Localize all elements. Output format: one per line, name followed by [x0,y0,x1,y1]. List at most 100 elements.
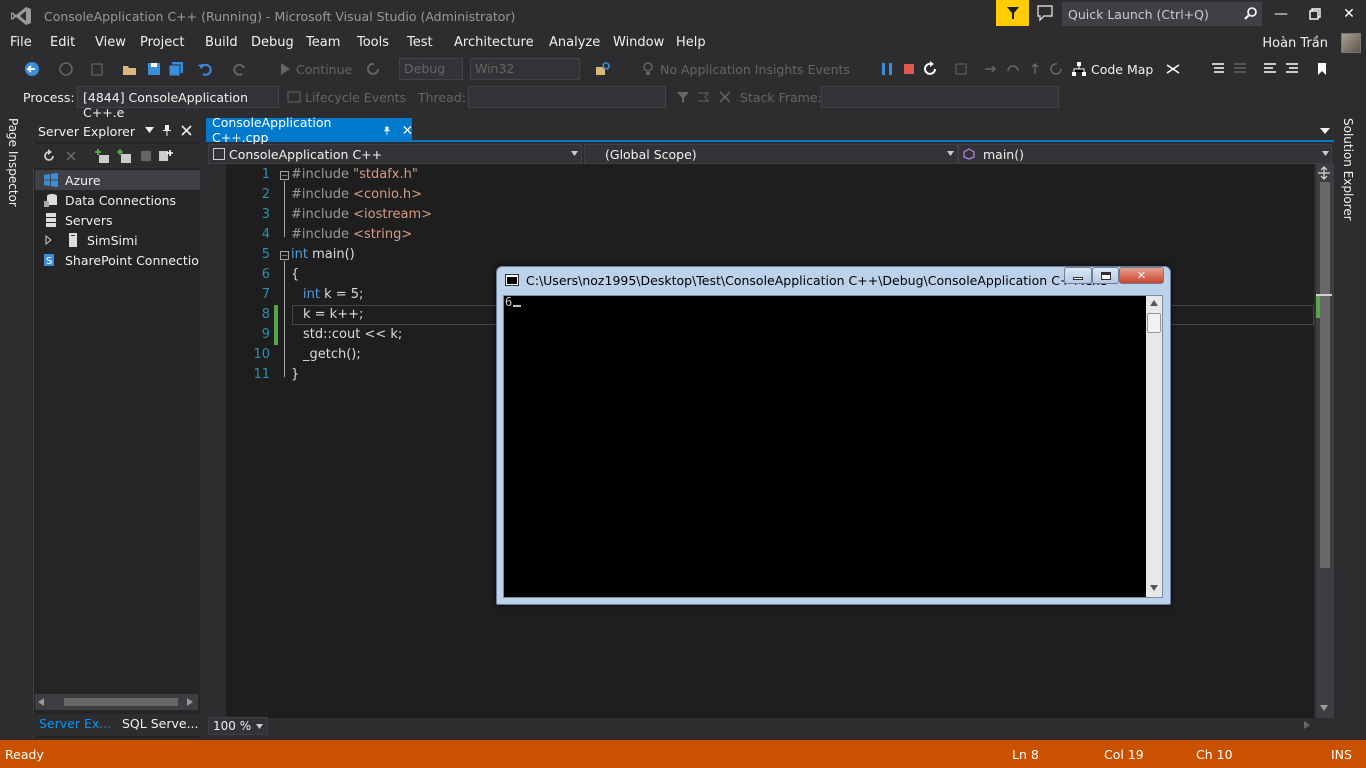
platform-select[interactable]: Win32 [470,58,580,80]
scroll-left-icon[interactable] [38,698,44,706]
code-map-icon[interactable] [1071,61,1087,77]
scroll-up-icon[interactable] [1150,300,1158,306]
navigate-back-icon[interactable] [24,61,40,77]
expand-arrow-icon[interactable] [45,235,53,245]
refresh-icon[interactable] [42,149,56,163]
flag-thread-icon[interactable] [696,90,710,104]
code-map-button[interactable]: Code Map [1091,62,1153,77]
avatar[interactable] [1341,33,1361,53]
editor-tab[interactable]: ConsoleApplication C++.cpp [206,115,412,145]
menu-team[interactable]: Team [306,35,340,50]
tree-item-data-connections[interactable]: Data Connections [35,190,200,210]
minimize-button[interactable]: — [1266,2,1296,26]
connect-to-database-icon[interactable] [94,148,110,164]
stack-icon[interactable] [1232,61,1248,77]
undo-icon[interactable] [197,61,213,77]
console-close-button[interactable]: ✕ [1119,267,1164,284]
scroll-down-icon[interactable] [1320,705,1328,711]
find-in-files-icon[interactable] [595,61,611,77]
scope-select[interactable]: (Global Scope) [584,144,958,164]
stack-frame-select[interactable] [821,86,1059,108]
menu-file[interactable]: File [10,35,32,50]
search-icon[interactable] [1244,6,1258,20]
threads-icon[interactable] [1210,61,1226,77]
menu-view[interactable]: View [95,35,126,50]
bookmark-icon[interactable] [1314,61,1330,77]
quick-launch-input[interactable] [1063,3,1261,25]
scrollbar-thumb[interactable] [1147,313,1161,333]
continue-button[interactable]: Continue [296,62,352,77]
break-all-icon[interactable] [879,61,895,77]
application-insights-icon[interactable] [640,61,656,77]
menu-debug[interactable]: Debug [251,35,294,50]
show-next-statement-icon[interactable] [953,61,969,77]
step-into-icon[interactable] [983,61,999,77]
redo-icon[interactable] [232,61,248,77]
console-output-area[interactable] [503,295,1163,598]
tree-item-sharepoint-connections[interactable]: S SharePoint Connections [35,250,200,270]
collapse-icon[interactable]: − [280,171,289,180]
quick-launch-box[interactable] [1062,2,1262,26]
chevron-down-icon[interactable] [145,127,154,133]
chevron-down-icon[interactable] [571,151,578,156]
uncomment-icon[interactable] [1284,61,1300,77]
menu-tools[interactable]: Tools [357,35,389,50]
menu-architecture[interactable]: Architecture [454,35,534,50]
scrollbar-thumb[interactable] [1320,182,1330,568]
menu-test[interactable]: Test [407,35,433,50]
process-select[interactable]: [4844] ConsoleApplication C++.e [77,86,279,120]
user-name[interactable]: Hoàn Trần [1262,36,1328,51]
tab-overflow-icon[interactable] [1320,128,1330,134]
scroll-right-icon[interactable] [1304,721,1310,729]
project-select[interactable]: ConsoleApplication C++ [208,144,582,164]
console-minimize-button[interactable] [1064,267,1092,284]
open-file-icon[interactable] [122,61,138,77]
tree-item-azure[interactable]: Azure [35,170,200,190]
scroll-right-icon[interactable] [187,698,193,706]
hex-display-icon[interactable] [1165,61,1181,77]
lifecycle-events-button[interactable]: Lifecycle Events [305,90,406,105]
app-insights-label[interactable]: No Application Insights Events [660,62,850,77]
chevron-down-icon[interactable] [1322,151,1329,156]
notification-flag-icon[interactable] [996,0,1029,26]
page-inspector-tab[interactable]: Page Inspector [0,116,28,226]
stop-debugging-icon[interactable] [901,61,917,77]
zoom-level-select[interactable]: 100 % [208,717,268,735]
new-project-icon[interactable] [90,61,106,77]
connect-to-sharepoint-icon[interactable] [138,148,154,164]
feedback-icon[interactable] [1036,4,1054,22]
refresh-icon[interactable] [1049,61,1065,77]
close-tab-icon[interactable] [403,125,412,135]
tab-server-explorer[interactable]: Server Ex... [39,716,111,731]
tree-item-simsimi[interactable]: SimSimi [35,230,200,250]
save-icon[interactable] [146,61,162,77]
menu-build[interactable]: Build [205,35,238,50]
lifecycle-events-icon[interactable] [287,90,301,104]
continue-icon[interactable] [277,61,293,77]
tab-sql-server[interactable]: SQL Serve... [122,716,198,731]
collapse-icon[interactable]: − [280,251,289,260]
tree-item-servers[interactable]: Servers [35,210,200,230]
restore-button[interactable] [1300,2,1330,26]
filter-icon[interactable] [676,90,690,104]
step-out-icon[interactable] [1027,61,1043,77]
step-over-icon[interactable] [1005,61,1021,77]
console-scrollbar[interactable] [1146,296,1162,597]
console-maximize-button[interactable] [1092,267,1119,284]
azure-subscription-icon[interactable] [158,148,174,164]
menu-window[interactable]: Window [613,35,664,50]
solution-explorer-tab[interactable]: Solution Explorer [1338,118,1360,228]
scroll-down-icon[interactable] [1150,585,1158,591]
connect-to-server-icon[interactable] [116,148,132,164]
save-all-icon[interactable] [168,61,184,77]
show-flagged-threads-icon[interactable] [718,90,732,104]
restart-debugging-icon[interactable] [923,61,939,77]
close-icon[interactable] [181,125,192,136]
editor-horizontal-scrollbar[interactable] [274,718,1314,734]
thread-select[interactable] [468,86,666,108]
menu-project[interactable]: Project [140,35,184,50]
menu-edit[interactable]: Edit [50,35,75,50]
menu-analyze[interactable]: Analyze [549,35,600,50]
menu-help[interactable]: Help [676,35,706,50]
close-window-button[interactable]: ✕ [1334,2,1364,26]
